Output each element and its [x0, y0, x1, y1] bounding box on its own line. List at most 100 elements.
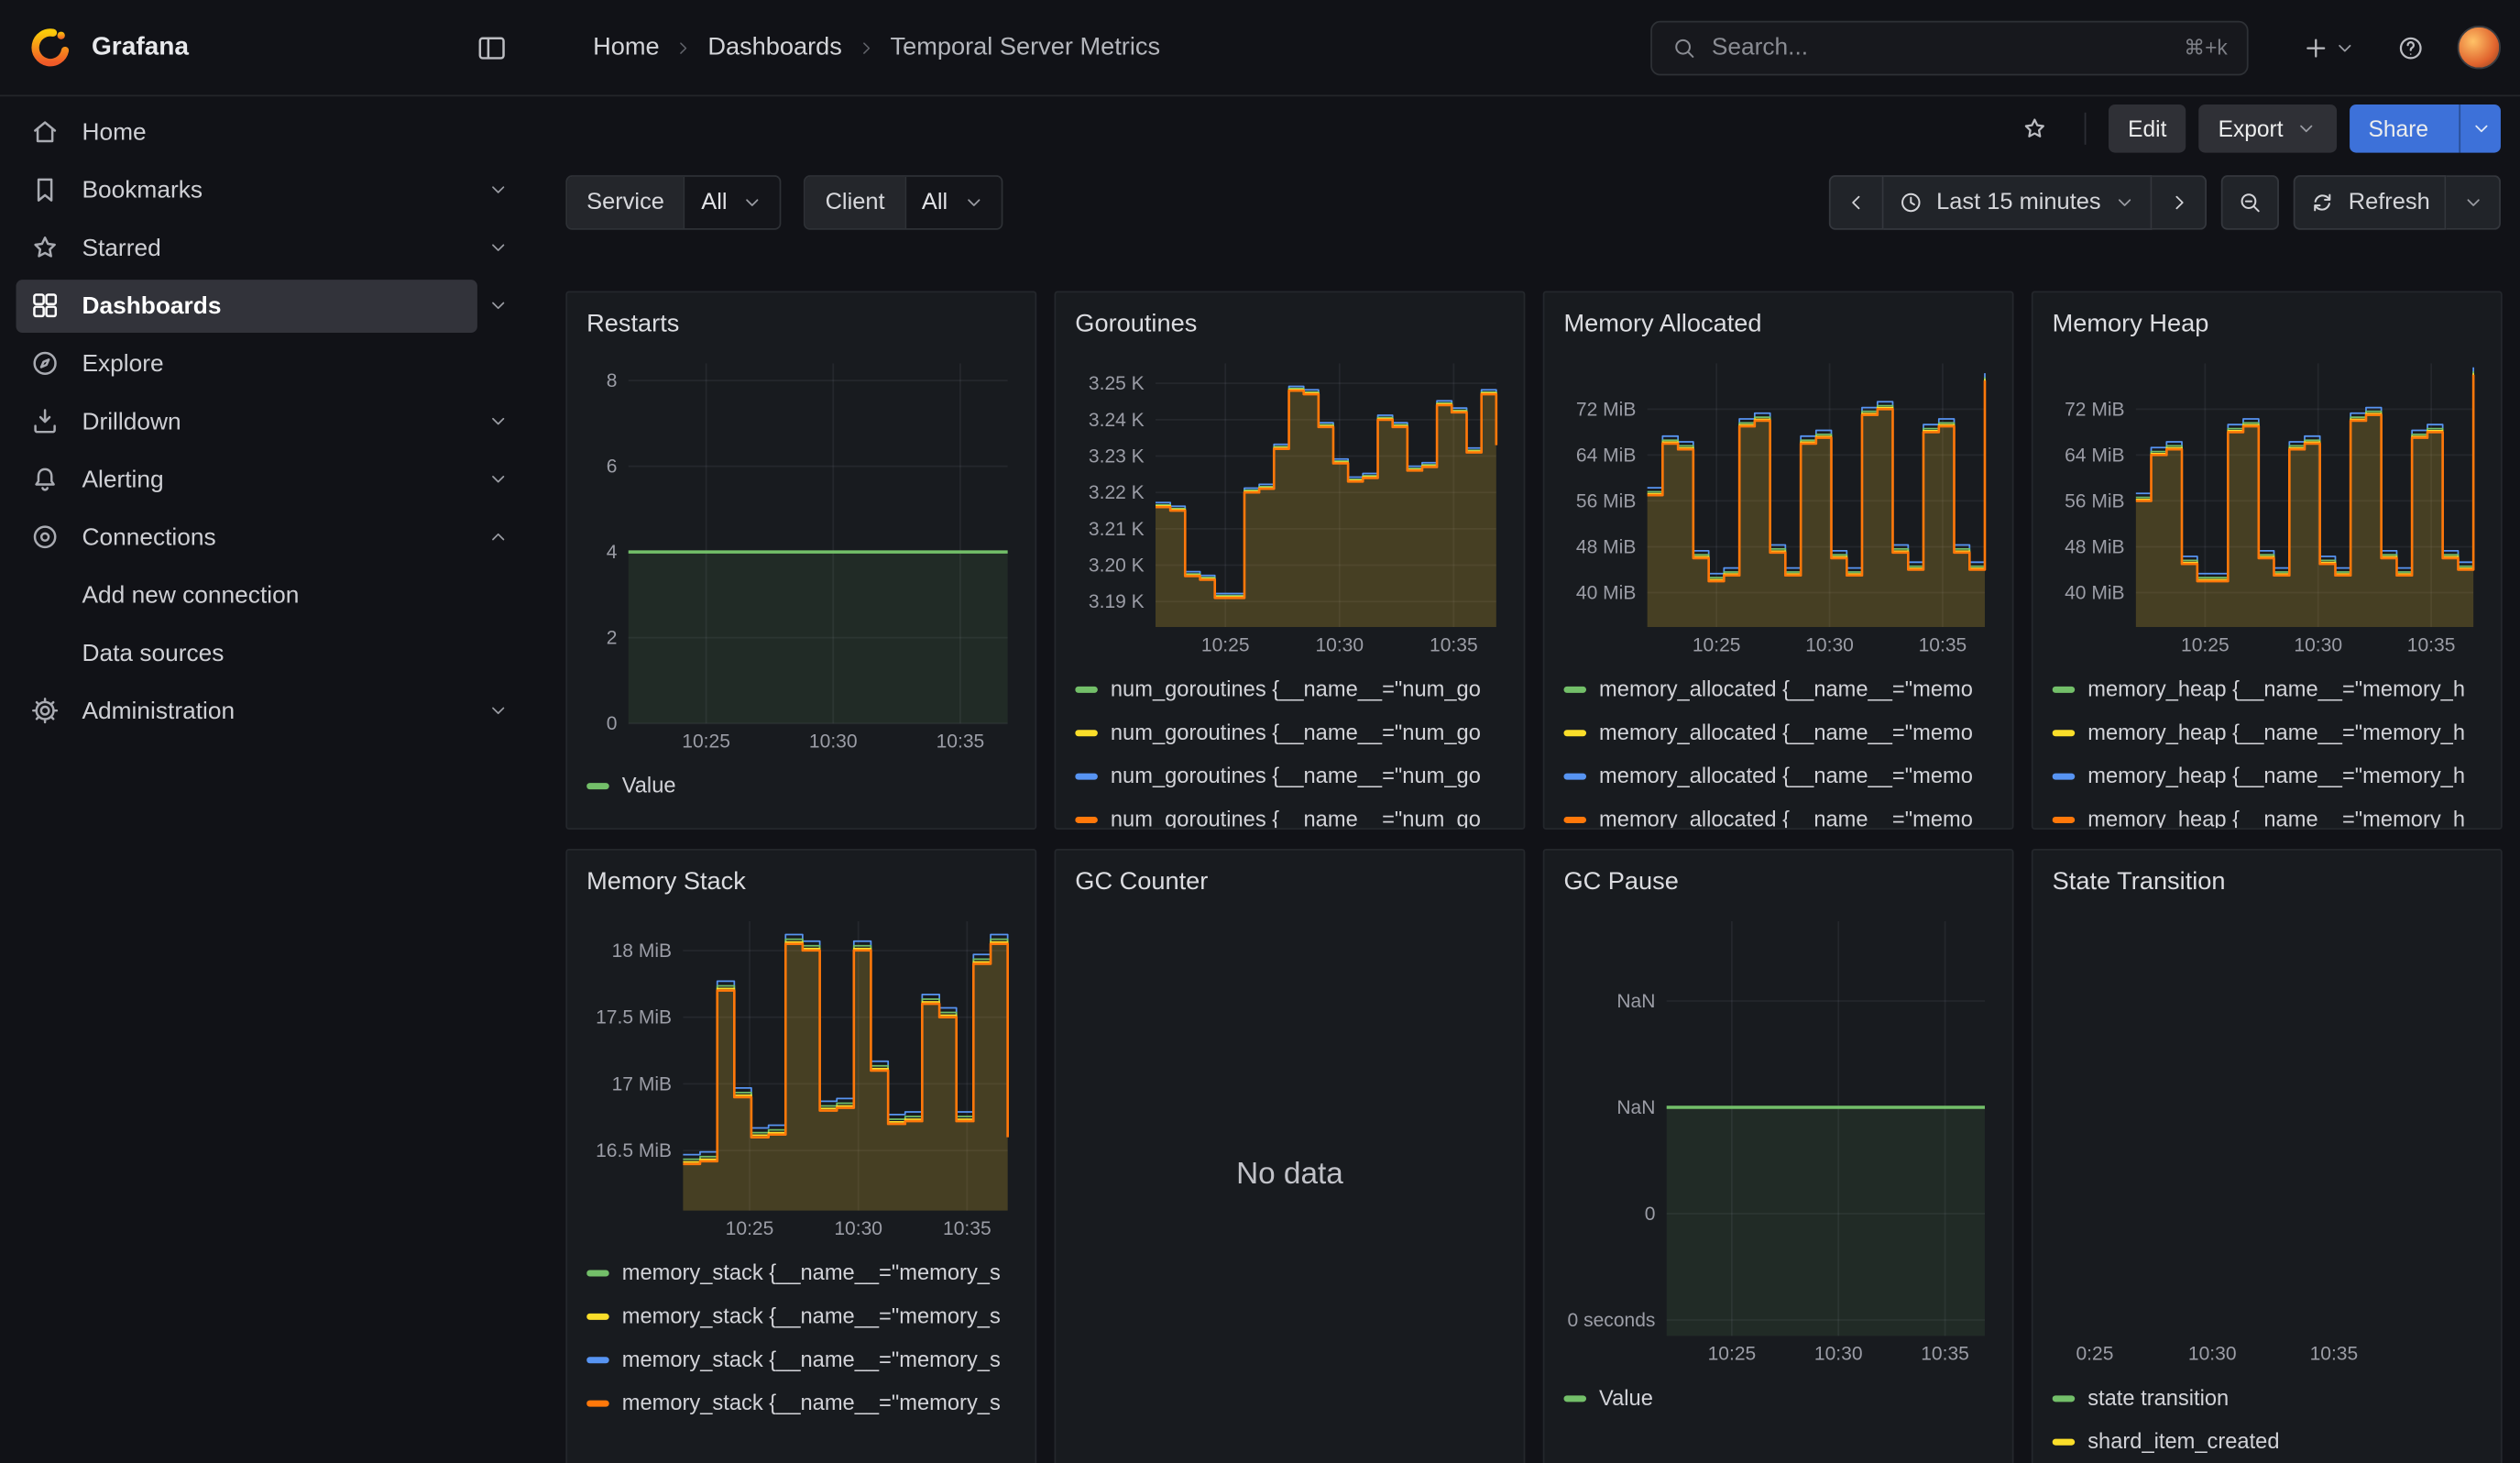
sidebar-item-starred[interactable]: Starred: [16, 219, 520, 277]
legend-item[interactable]: memory_stack {__name__="memory_s: [586, 1294, 1015, 1337]
toolbar-divider: [2085, 113, 2087, 145]
chart-memory-heap[interactable]: 72 MiB64 MiB56 MiB48 MiB40 MiB10:2510:30…: [2053, 352, 2482, 661]
sidebar-item-home[interactable]: Home: [16, 103, 520, 160]
legend-item[interactable]: memory_stack {__name__="memory_s: [586, 1337, 1015, 1380]
search-bar[interactable]: ⌘+k: [1650, 20, 2248, 75]
panel-title[interactable]: Memory Allocated: [1544, 292, 2011, 349]
breadcrumb-item-home[interactable]: Home: [593, 33, 660, 62]
chart-memory-allocated[interactable]: 72 MiB64 MiB56 MiB48 MiB40 MiB10:2510:30…: [1563, 352, 1992, 661]
sidebar-item-alerting[interactable]: Alerting: [16, 450, 520, 508]
legend-color-swatch: [2053, 1395, 2076, 1402]
sidebar-item-explore[interactable]: Explore: [16, 335, 520, 392]
chart-gc-pause[interactable]: NaNNaN00 seconds10:2510:3010:35: [1563, 910, 1992, 1370]
svg-text:6: 6: [607, 456, 618, 478]
sidebar-item-body[interactable]: Dashboards: [16, 279, 477, 332]
help-button[interactable]: [2383, 20, 2438, 75]
legend-item[interactable]: memory_allocated {__name__="memo: [1563, 754, 1992, 798]
legend-item[interactable]: state transition: [2053, 1377, 2482, 1420]
share-button[interactable]: Share: [2349, 104, 2500, 153]
panel-title[interactable]: Restarts: [567, 292, 1035, 349]
chevron-down-icon[interactable]: [477, 453, 520, 506]
legend-item[interactable]: num_goroutines {__name__="num_go: [1075, 667, 1504, 710]
legend-item[interactable]: num_goroutines {__name__="num_go: [1075, 754, 1504, 798]
panel-title[interactable]: State Transition: [2033, 851, 2501, 908]
sidebar-nav: HomeBookmarksStarredDashboardsExploreDri…: [0, 96, 535, 1463]
legend-item[interactable]: memory_stack {__name__="memory_s: [586, 1381, 1015, 1424]
client-filter-value[interactable]: All: [904, 177, 1001, 228]
time-range-label: Last 15 minutes: [1936, 190, 2101, 215]
sidebar-item-body[interactable]: Data sources: [16, 626, 520, 679]
legend-item[interactable]: memory_heap {__name__="memory_h: [2053, 667, 2482, 710]
sidebar-item-body[interactable]: Explore: [16, 336, 520, 390]
chart-memory-stack[interactable]: 18 MiB17.5 MiB17 MiB16.5 MiB10:2510:3010…: [586, 910, 1015, 1245]
legend-item[interactable]: memory_heap {__name__="memory_h: [2053, 798, 2482, 828]
panel-title[interactable]: GC Pause: [1544, 851, 2011, 908]
panel-title[interactable]: GC Counter: [1056, 851, 1523, 908]
panel-title[interactable]: Memory Heap: [2033, 292, 2501, 349]
svg-text:10:30: 10:30: [2294, 635, 2342, 656]
sidebar-item-administration[interactable]: Administration: [16, 682, 520, 740]
edit-button[interactable]: Edit: [2109, 104, 2186, 153]
legend-label: num_goroutines {__name__="num_go: [1111, 677, 1481, 701]
chevron-up-icon[interactable]: [477, 511, 520, 564]
panel-title[interactable]: Memory Stack: [567, 851, 1035, 908]
chart-state-transition[interactable]: 0:2510:3010:35: [2053, 910, 2482, 1370]
export-button[interactable]: Export: [2199, 104, 2337, 153]
share-label[interactable]: Share: [2349, 104, 2448, 153]
share-menu-button[interactable]: [2459, 104, 2501, 153]
svg-text:17.5 MiB: 17.5 MiB: [596, 1007, 672, 1028]
sidebar-item-body[interactable]: Alerting: [16, 453, 477, 506]
legend-item[interactable]: memory_allocated {__name__="memo: [1563, 667, 1992, 710]
chevron-down-icon[interactable]: [477, 163, 520, 216]
user-avatar[interactable]: [2458, 26, 2501, 69]
legend-item[interactable]: Value: [586, 764, 1015, 807]
sidebar-item-body[interactable]: Administration: [16, 684, 477, 737]
sidebar-item-body[interactable]: Starred: [16, 221, 477, 274]
legend-item[interactable]: memory_heap {__name__="memory_h: [2053, 754, 2482, 798]
legend-item[interactable]: num_goroutines {__name__="num_go: [1075, 710, 1504, 754]
chevron-down-icon[interactable]: [477, 395, 520, 448]
breadcrumb-item-current: Temporal Server Metrics: [891, 33, 1161, 62]
chart-goroutines[interactable]: 3.25 K3.24 K3.23 K3.22 K3.21 K3.20 K3.19…: [1075, 352, 1504, 661]
service-filter-selected: All: [701, 190, 727, 215]
refresh-interval-button[interactable]: [2446, 175, 2501, 230]
time-shift-forward-button[interactable]: [2153, 175, 2208, 230]
breadcrumb-item-dashboards[interactable]: Dashboards: [707, 33, 842, 62]
zoom-out-button[interactable]: [2221, 175, 2279, 230]
svg-text:3.23 K: 3.23 K: [1089, 446, 1145, 468]
chart-restarts[interactable]: 8642010:2510:3010:35: [586, 352, 1015, 757]
sidebar-item-drilldown[interactable]: Drilldown: [16, 392, 520, 450]
sidebar-item-data-sources[interactable]: Data sources: [16, 623, 520, 681]
legend-item[interactable]: shard_item_created: [2053, 1420, 2482, 1463]
refresh-button[interactable]: Refresh: [2294, 175, 2446, 230]
legend-item[interactable]: memory_allocated {__name__="memo: [1563, 710, 1992, 754]
panel-title[interactable]: Goroutines: [1056, 292, 1523, 349]
sidebar-item-bookmarks[interactable]: Bookmarks: [16, 160, 520, 218]
sidebar-item-body[interactable]: Home: [16, 105, 520, 159]
legend-item[interactable]: num_goroutines {__name__="num_go: [1075, 798, 1504, 828]
sidebar-item-body[interactable]: Add new connection: [16, 568, 520, 622]
favorite-button[interactable]: [2008, 101, 2063, 156]
panel-legend: memory_allocated {__name__="memomemory_a…: [1544, 661, 2011, 828]
chevron-down-icon[interactable]: [477, 221, 520, 274]
panel-memory-stack: Memory Stack18 MiB17.5 MiB17 MiB16.5 MiB…: [565, 849, 1036, 1463]
sidebar-item-dashboards[interactable]: Dashboards: [16, 277, 520, 335]
time-shift-back-button[interactable]: [1829, 175, 1884, 230]
new-button[interactable]: [2294, 20, 2364, 75]
sidebar-item-body[interactable]: Drilldown: [16, 395, 477, 448]
chevron-down-icon[interactable]: [477, 684, 520, 737]
sidebar-item-body[interactable]: Connections: [16, 511, 477, 564]
sidebar-item-add-new-connection[interactable]: Add new connection: [16, 566, 520, 623]
grafana-logo-icon[interactable]: [29, 26, 72, 69]
sidebar-toggle-button[interactable]: [465, 20, 520, 75]
time-range-picker-button[interactable]: Last 15 minutes: [1883, 175, 2153, 230]
legend-item[interactable]: memory_heap {__name__="memory_h: [2053, 710, 2482, 754]
service-filter-value[interactable]: All: [684, 177, 780, 228]
legend-item[interactable]: Value: [1563, 1377, 1992, 1420]
legend-item[interactable]: memory_stack {__name__="memory_s: [586, 1251, 1015, 1294]
sidebar-item-body[interactable]: Bookmarks: [16, 163, 477, 216]
chevron-down-icon[interactable]: [477, 279, 520, 332]
search-input[interactable]: [1712, 34, 2170, 61]
legend-item[interactable]: memory_allocated {__name__="memo: [1563, 798, 1992, 828]
sidebar-item-connections[interactable]: Connections: [16, 508, 520, 566]
